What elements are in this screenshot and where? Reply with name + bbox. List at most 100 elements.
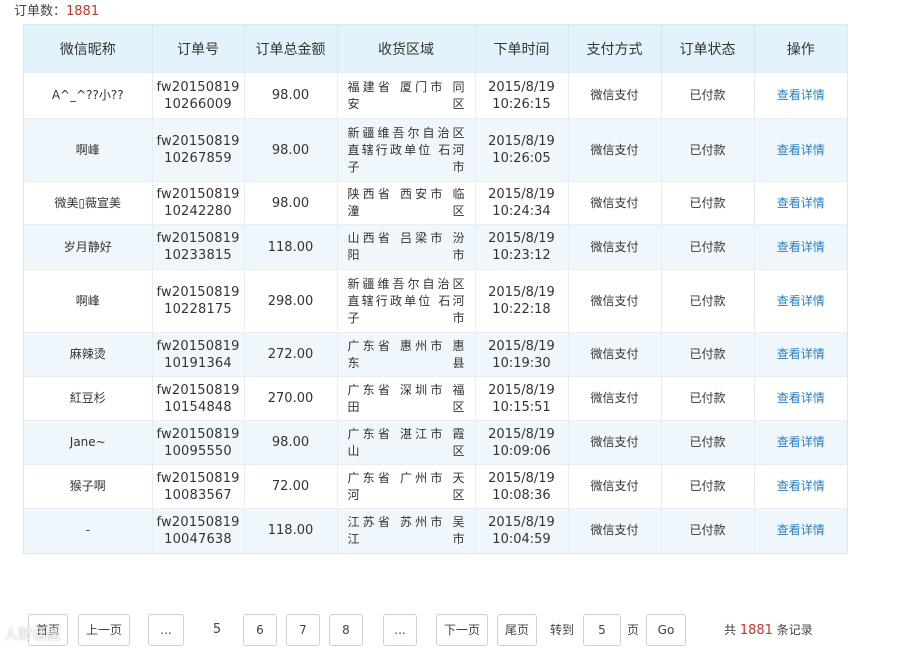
order-no-cell: fw20150819 10266009 (152, 72, 245, 119)
order-count: 订单数：1881 (14, 2, 99, 22)
order-no-cell-line: fw20150819 (156, 382, 240, 398)
region-cell-line: 子市 (347, 159, 465, 174)
current-page: 5 (212, 622, 222, 637)
view-details-link-line: 查看详情 (776, 479, 825, 493)
amount-cell: 98.00 (244, 72, 338, 119)
time-cell: 2015/8/19 10:24:34 (475, 181, 569, 225)
amount-cell: 118.00 (244, 508, 338, 553)
payment-cell: 微信支付 (568, 269, 662, 333)
amount-cell: 298.00 (244, 269, 338, 333)
amount-cell-line: 270.00 (267, 391, 314, 406)
view-details-link[interactable]: 查看详情 (754, 508, 847, 553)
order-no-cell-line: fw20150819 (156, 470, 240, 486)
view-details-link[interactable]: 查看详情 (754, 377, 847, 421)
prev-page-button[interactable]: 上一页 (78, 614, 130, 646)
time-cell: 2015/8/19 10:26:15 (475, 72, 569, 119)
col-header-order-no: 订单号 (152, 25, 245, 73)
payment-cell: 微信支付 (568, 224, 662, 270)
goto-page-input[interactable]: 5 (583, 614, 621, 646)
nickname-cell-line: 猴子啊 (69, 479, 106, 493)
view-details-link[interactable]: 查看详情 (754, 182, 847, 225)
region-cell-line: 广东省 深圳市 福 (347, 382, 465, 397)
page-6-button[interactable]: 6 (243, 614, 277, 646)
region-cell-line: 东县 (347, 355, 465, 370)
view-details-link[interactable]: 查看详情 (754, 332, 847, 377)
status-cell-line: 已付款 (689, 391, 726, 405)
view-details-link-line: 查看详情 (776, 347, 825, 361)
order-no-cell: fw20150819 10083567 (152, 464, 245, 509)
total-prefix: 共 (724, 623, 737, 637)
payment-cell: 微信支付 (568, 118, 662, 182)
time-cell-line: 2015/8/19 (488, 187, 555, 202)
order-no-cell-line: 10266009 (164, 96, 232, 112)
go-button[interactable]: Go (646, 614, 686, 646)
payment-cell-line: 微信支付 (590, 479, 639, 493)
status-cell: 已付款 (661, 464, 755, 509)
region-cell-line: 阳市 (347, 248, 465, 262)
table-row: 岁月静好 fw20150819 10233815 118.00 山西省 吕梁市 汾阳市 2… (24, 224, 847, 270)
amount-cell-line: 118.00 (267, 239, 314, 255)
region-cell: 山西省 吕梁市 汾阳市 (337, 224, 476, 270)
time-cell-line: 10:15:51 (492, 399, 551, 415)
region-cell-line: 新疆维吾尔自治区 (347, 125, 465, 140)
order-no-cell-line: 10095550 (164, 443, 232, 459)
view-details-link[interactable]: 查看详情 (754, 118, 847, 182)
status-cell: 已付款 (661, 376, 755, 421)
status-cell-line: 已付款 (689, 88, 726, 102)
order-no-cell-line: fw20150819 (156, 134, 240, 149)
page-unit-label: 页 (627, 623, 640, 637)
nickname-cell: 啊峰 (24, 118, 153, 182)
payment-cell-line: 微信支付 (590, 347, 639, 361)
order-no-cell-line: fw20150819 (156, 426, 240, 442)
view-details-link[interactable]: 查看详情 (754, 73, 847, 119)
table-row: 啊峰 fw20150819 10267859 98.00 新疆维吾尔自治区 直辖行政单位 … (24, 118, 847, 182)
view-details-link[interactable]: 查看详情 (754, 420, 847, 465)
payment-cell: 微信支付 (568, 420, 662, 465)
view-details-link-line: 查看详情 (776, 523, 825, 538)
table-row: 微美▯薇宣美 fw20150819 10242280 98.00 陕西省 西安市 临潼区… (24, 181, 847, 225)
view-details-link[interactable]: 查看详情 (754, 465, 847, 509)
region-cell-line: 河区 (347, 487, 465, 502)
orders-table-container: 微信昵称 订单号 订单总金额 收货区域 下单时间 支付方式 订单状态 操作 A^… (23, 24, 848, 554)
ellipsis-left-button[interactable]: ... (148, 614, 184, 646)
last-page-button[interactable]: 尾页 (497, 614, 537, 646)
order-no-cell-line: fw20150819 (156, 187, 240, 202)
time-cell-line: 10:23:12 (492, 248, 551, 263)
status-cell: 已付款 (661, 508, 755, 553)
order-no-cell-line: 10267859 (164, 151, 232, 166)
order-no-cell-line: fw20150819 (156, 79, 240, 95)
time-cell-line: 10:26:15 (492, 96, 551, 112)
view-details-link[interactable]: 查看详情 (754, 224, 847, 270)
view-details-link-line: 查看详情 (776, 88, 825, 102)
order-count-value: 1881 (66, 4, 100, 19)
region-cell-line: 山西省 吕梁市 汾 (347, 231, 465, 245)
view-details-link-line: 查看详情 (776, 195, 825, 210)
page-7-button[interactable]: 7 (286, 614, 320, 646)
region-cell-line: 广东省 惠州市 惠 (347, 338, 465, 353)
amount-cell: 118.00 (244, 224, 338, 270)
amount-cell: 98.00 (244, 118, 338, 182)
next-page-button[interactable]: 下一页 (436, 614, 488, 646)
region-cell-line: 广东省 广州市 天 (347, 470, 465, 485)
order-no-cell: fw20150819 10233815 (152, 224, 245, 270)
goto-label: 转到 (550, 623, 575, 637)
status-cell: 已付款 (661, 332, 755, 377)
page-8-button[interactable]: 8 (329, 614, 363, 646)
status-cell-line: 已付款 (689, 479, 726, 493)
time-cell: 2015/8/19 10:23:12 (475, 224, 569, 270)
ellipsis-right-button[interactable]: ... (383, 614, 417, 646)
time-cell-line: 2015/8/19 (488, 514, 555, 530)
order-no-cell-line: fw20150819 (156, 285, 240, 300)
region-cell-line: 广东省 湛江市 霞 (347, 426, 465, 441)
order-no-cell-line: 10228175 (164, 302, 232, 317)
order-no-cell-line: 10242280 (164, 204, 232, 219)
pagination: 首页 上一页 ... 5 6 7 8 ... 下一页 尾页 转到 5 页 Go … (0, 614, 900, 646)
status-cell: 已付款 (661, 420, 755, 465)
view-details-link[interactable]: 查看详情 (754, 270, 847, 333)
payment-cell-line: 微信支付 (590, 195, 639, 210)
region-cell-line: 新疆维吾尔自治区 (347, 276, 465, 291)
payment-cell-line: 微信支付 (590, 523, 639, 538)
amount-cell-line: 98.00 (271, 435, 310, 450)
table-row: 猴子啊 fw20150819 10083567 72.00 广东省 广州市 天河区 201… (24, 464, 847, 509)
time-cell-line: 10:09:06 (492, 443, 551, 459)
